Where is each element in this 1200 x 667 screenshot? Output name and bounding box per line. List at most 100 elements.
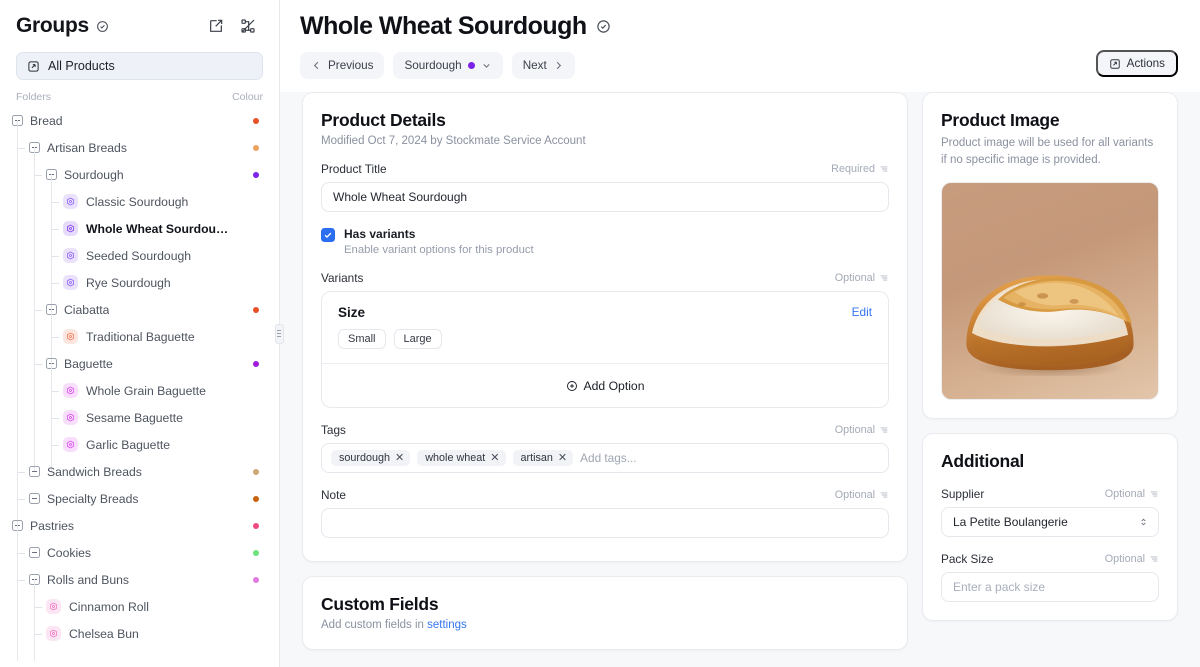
additional-card: Additional Supplier Optional La Petite B…: [922, 433, 1178, 622]
supplier-meta-text: Optional: [1104, 488, 1145, 501]
tree-item-label: Chelsea Bun: [69, 626, 139, 641]
tree-guide-tick: [18, 498, 25, 500]
variant-value-chips: Small Large: [338, 329, 872, 349]
sidebar-header: Groups: [0, 0, 279, 46]
sidebar-item-all-products[interactable]: All Products: [16, 52, 263, 80]
tag-chip[interactable]: artisan ✕: [512, 450, 574, 466]
tree-product[interactable]: Garlic Baguette: [6, 417, 269, 472]
note-label-row: Note Optional: [321, 488, 889, 502]
tree-product[interactable]: Whole Grain Baguette: [6, 363, 269, 418]
product-details-heading: Product Details: [321, 110, 446, 130]
tree-product[interactable]: Traditional Baguette: [6, 309, 269, 364]
product-title-input[interactable]: [321, 182, 889, 212]
tree-product[interactable]: Rye Sourdough: [6, 255, 269, 310]
tree-product[interactable]: Chelsea Bun: [6, 606, 269, 661]
tree-product[interactable]: Classic Sourdough: [6, 174, 269, 229]
variant-edit-link[interactable]: Edit: [852, 305, 872, 319]
pack-size-label-row: Pack Size Optional: [941, 552, 1159, 566]
tree-item-label: Ciabatta: [64, 302, 110, 317]
main-header: Whole Wheat Sourdough Previous Sourdough: [280, 0, 1200, 92]
tree-folder[interactable]: Sandwich Breads: [6, 444, 269, 499]
tree-item-label: Seeded Sourdough: [86, 248, 192, 263]
col-colour-label: Colour: [232, 91, 263, 103]
pack-size-meta-text: Optional: [1104, 553, 1145, 566]
tag-chip[interactable]: whole wheat ✕: [417, 450, 506, 466]
tree-folder[interactable]: Sourdough: [6, 147, 269, 202]
next-label: Next: [522, 59, 547, 72]
tags-input-box[interactable]: sourdough ✕ whole wheat ✕ artisan ✕: [321, 443, 889, 473]
note-textarea[interactable]: [321, 508, 889, 538]
tree-colour-dot: [253, 306, 259, 313]
collapse-toggle-icon[interactable]: [29, 493, 40, 504]
tag-remove-icon[interactable]: ✕: [558, 452, 567, 464]
product-badge-icon: [63, 194, 78, 209]
tag-remove-icon[interactable]: ✕: [395, 452, 404, 464]
has-variants-label: Has variants: [344, 227, 416, 241]
sidebar-title-wrap: Groups: [16, 14, 109, 38]
tag-remove-icon[interactable]: ✕: [490, 452, 499, 464]
product-badge-icon: [46, 626, 61, 641]
product-title-label-row: Product Title Required: [321, 162, 889, 176]
custom-fields-heading: Custom Fields: [321, 594, 439, 614]
pack-size-input[interactable]: [941, 572, 1159, 603]
product-badge-icon: [63, 329, 78, 344]
tree-item-label: Garlic Baguette: [86, 437, 171, 452]
product-details-card: Product Details Modified Oct 7, 2024 by …: [302, 92, 908, 562]
tree-guide-tick: [35, 633, 42, 635]
has-variants-text: Has variants Enable variant options for …: [344, 227, 534, 256]
variant-value-chip[interactable]: Large: [393, 329, 442, 349]
product-badge-icon: [63, 437, 78, 452]
tree-folder[interactable]: Cookies: [6, 525, 269, 580]
previous-label: Previous: [328, 59, 374, 72]
tree-product[interactable]: Whole Wheat Sourdou…: [6, 201, 269, 256]
tree-item-label: Traditional Baguette: [86, 329, 195, 344]
variants-field: Variants Optional Size Edit Small Large …: [321, 271, 889, 408]
tree-product[interactable]: Seeded Sourdough: [6, 228, 269, 283]
supplier-meta: Optional: [1105, 488, 1159, 500]
tree-product[interactable]: Cinnamon Roll: [6, 579, 269, 634]
tree-item-label: Bread: [30, 113, 63, 128]
tree-folder[interactable]: Bread: [6, 107, 269, 134]
lines-icon: [1149, 489, 1159, 499]
tree-folder[interactable]: Artisan Breads: [6, 120, 269, 175]
add-option-button[interactable]: Add Option: [322, 363, 888, 407]
tree-colour-dot: [253, 360, 259, 367]
product-image-thumbnail[interactable]: [941, 182, 1159, 401]
collapse-toggle-icon[interactable]: [29, 547, 40, 558]
tags-field: Tags Optional sourdough ✕ whole wheat ✕ arti…: [321, 423, 889, 473]
tree-guide-tick: [18, 552, 25, 554]
sidebar-title: Groups: [16, 14, 89, 37]
custom-fields-card: Custom Fields Add custom fields in setti…: [302, 576, 908, 650]
previous-button[interactable]: Previous: [300, 52, 385, 79]
tree-folder[interactable]: Baguette: [6, 336, 269, 391]
tree-product[interactable]: Sesame Baguette: [6, 390, 269, 445]
tree-folder[interactable]: Specialty Breads: [6, 471, 269, 526]
supplier-select[interactable]: La Petite Boulangerie: [941, 507, 1159, 538]
tree-item-label: Sandwich Breads: [47, 464, 142, 479]
has-variants-checkbox[interactable]: [321, 228, 335, 242]
sidebar-resize-handle[interactable]: [274, 0, 284, 667]
product-image-description: Product image will be used for all varia…: [941, 137, 1154, 166]
actions-button[interactable]: Actions: [1095, 50, 1178, 77]
page-title: Whole Wheat Sourdough: [300, 12, 587, 40]
tag-label: sourdough: [339, 452, 391, 464]
tree-guide-tick: [52, 336, 59, 338]
tree-guide-tick: [18, 147, 25, 149]
tags-input[interactable]: [580, 445, 879, 471]
next-button[interactable]: Next: [511, 52, 575, 79]
tree-folder[interactable]: Rolls and Buns: [6, 552, 269, 607]
external-square-icon: [1109, 58, 1121, 70]
edit-square-icon[interactable]: [207, 17, 225, 35]
tree-colour-dot: [253, 522, 259, 529]
settings-link[interactable]: settings: [427, 619, 467, 631]
variant-value-chip[interactable]: Small: [338, 329, 386, 349]
collapse-hierarchy-icon[interactable]: [239, 17, 257, 35]
tree-folder[interactable]: Ciabatta: [6, 282, 269, 337]
lines-icon: [879, 164, 889, 174]
lines-icon: [879, 490, 889, 500]
tag-chip[interactable]: sourdough ✕: [331, 450, 411, 466]
tree-colour-dot: [253, 144, 259, 151]
tree-folder[interactable]: Pastries: [6, 512, 269, 539]
group-selector-button[interactable]: Sourdough: [393, 52, 503, 79]
collapse-toggle-icon[interactable]: [29, 466, 40, 477]
